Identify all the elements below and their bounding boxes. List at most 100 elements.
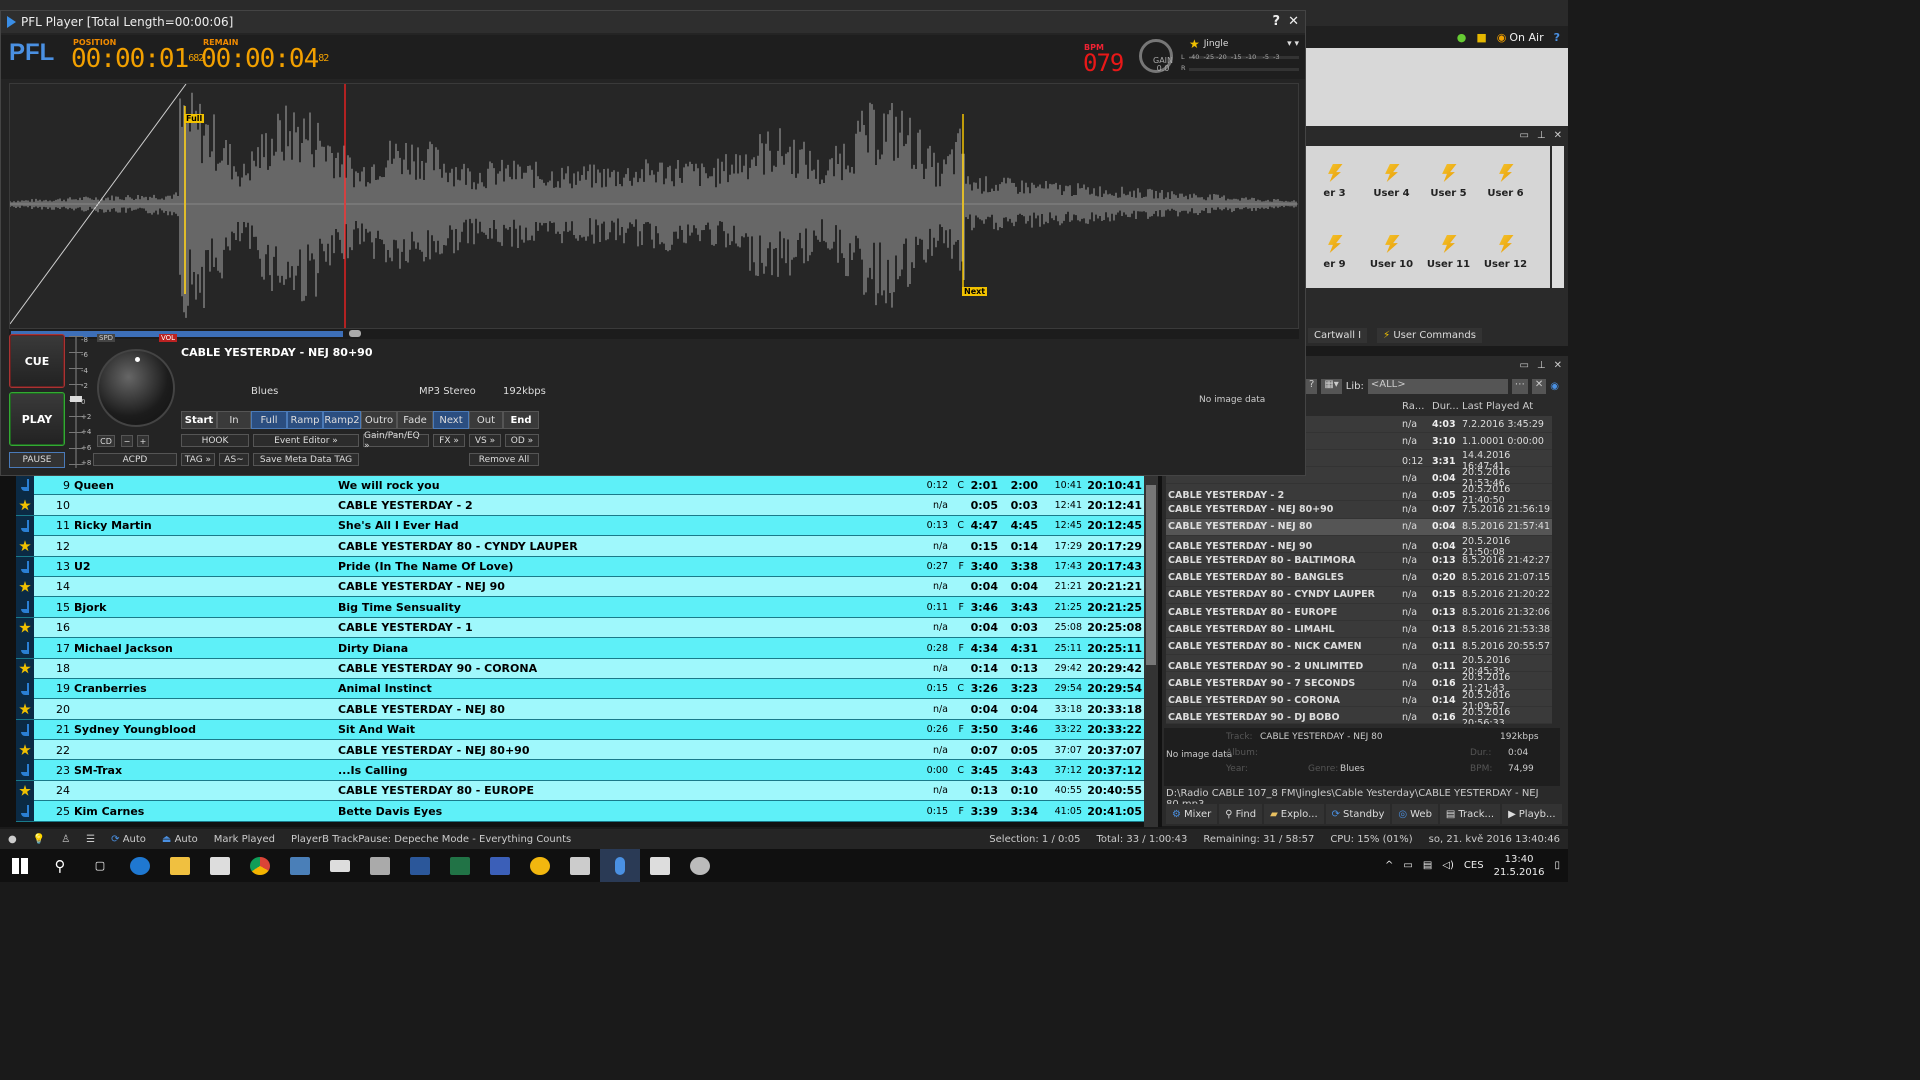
lib-filter-input[interactable]: <ALL>	[1367, 378, 1508, 394]
playlist-row[interactable]: 13 U2 Pride (In The Name Of Love) 0:27 F 3:40…	[16, 556, 1144, 577]
library-row[interactable]: CABLE YESTERDAY 90 - CORONA n/a 0:14 20.5.2…	[1166, 690, 1552, 712]
mail-app[interactable]	[320, 849, 360, 882]
pause-button[interactable]: PAUSE	[9, 452, 65, 468]
more-icon[interactable]: ⋯	[1511, 378, 1528, 394]
tab-explorer[interactable]: ▰ Explo...	[1264, 804, 1324, 824]
minus-button[interactable]: −	[121, 435, 133, 447]
playlist-row[interactable]: 22 CABLE YESTERDAY - NEJ 80+90 n/a 0:07 0:05…	[16, 740, 1144, 761]
tab-cartwall[interactable]: Cartwall I	[1308, 327, 1368, 343]
out-button[interactable]: Out	[469, 411, 503, 429]
volume-knob[interactable]	[97, 349, 175, 427]
auto-button-1[interactable]: ⟳ Auto	[103, 834, 154, 845]
help-icon[interactable]: ?	[1554, 31, 1560, 44]
library-row[interactable]: CABLE YESTERDAY - 2 n/a 0:05 20.5.2016 21:4…	[1166, 484, 1552, 506]
close-icon[interactable]: ✕	[1554, 360, 1562, 371]
event-editor-button[interactable]: Event Editor »	[253, 434, 359, 447]
fx-button[interactable]: FX »	[433, 434, 465, 447]
tab-playback[interactable]: ▶ Playb...	[1502, 804, 1562, 824]
explorer-app[interactable]	[160, 849, 200, 882]
vs-button[interactable]: VS »	[469, 434, 501, 447]
end-button[interactable]: End	[503, 411, 539, 429]
user-icon[interactable]: ●	[1457, 31, 1467, 44]
network-icon[interactable]: ▤	[1423, 860, 1432, 871]
pin-icon[interactable]: ⊥	[1537, 130, 1546, 141]
playlist-row[interactable]: 23 SM-Trax ...Is Calling 0:00 C 3:45 3:43 37:12…	[16, 760, 1144, 781]
tab-standby[interactable]: ⟳ Standby	[1325, 804, 1391, 824]
pin-icon[interactable]: ⊥	[1537, 360, 1546, 371]
playlist-row[interactable]: 15 Bjork Big Time Sensuality 0:11 F 3:46 3:43 2…	[16, 597, 1144, 618]
playlist-row[interactable]: 11 Ricky Martin She's All I Ever Had 0:13 C 4…	[16, 515, 1144, 537]
clear-icon[interactable]: ✕	[1531, 378, 1547, 394]
fade-button[interactable]: Fade	[397, 411, 433, 429]
scroll-handle[interactable]	[349, 330, 361, 337]
app-5[interactable]	[280, 849, 320, 882]
cart-button[interactable]: User 5	[1420, 146, 1477, 217]
playlist-row[interactable]: 10 CABLE YESTERDAY - 2 n/a 0:05 0:03 12:41 20:…	[16, 495, 1144, 516]
playlist-row[interactable]: 12 CABLE YESTERDAY 80 - CYNDY LAUPER n/a 0:…	[16, 536, 1144, 557]
cart-button[interactable]: er 9	[1306, 217, 1363, 288]
category-selector[interactable]: ★ Jingle ▾ ▾	[1189, 37, 1299, 51]
close-button[interactable]: ✕	[1288, 14, 1299, 29]
next-button[interactable]: Next	[433, 411, 469, 429]
library-row[interactable]: CABLE YESTERDAY 90 - 7 SECONDS n/a 0:16 20.…	[1166, 672, 1552, 694]
volume-icon[interactable]: ◁)	[1442, 860, 1454, 871]
playlist-row[interactable]: 18 CABLE YESTERDAY 90 - CORONA n/a 0:14 0:13…	[16, 658, 1144, 679]
scroll-thumb[interactable]	[1146, 485, 1156, 665]
cart-button[interactable]: User 11	[1420, 217, 1477, 288]
plus-button[interactable]: +	[137, 435, 149, 447]
gain-pan-eq-button[interactable]: Gain/Pan/EQ »	[363, 431, 429, 451]
playlist-row[interactable]: 9 Queen We will rock you 0:12 C 2:01 2:00 10:41…	[16, 475, 1144, 496]
library-row[interactable]: CABLE YESTERDAY 80 - BALTIMORA n/a 0:13 8.5…	[1166, 553, 1552, 570]
settings-icon[interactable]: ◉	[1550, 381, 1559, 392]
lock-icon[interactable]: ■	[1476, 31, 1486, 44]
bulb-icon[interactable]: 💡	[25, 834, 53, 845]
full-button[interactable]: Full	[251, 411, 287, 429]
library-row[interactable]: CABLE YESTERDAY 80 - LIMAHL n/a 0:13 8.5.20…	[1166, 621, 1552, 639]
app-disc[interactable]	[520, 849, 560, 882]
marker-full[interactable]: Full	[184, 114, 205, 123]
cart-button[interactable]: User 6	[1477, 146, 1534, 217]
library-row[interactable]: CABLE YESTERDAY - NEJ 80 n/a 0:04 8.5.2016 …	[1166, 518, 1552, 536]
close-icon[interactable]: ✕	[1554, 130, 1562, 141]
calculator-app[interactable]	[560, 849, 600, 882]
save-meta-data-tag-button[interactable]: Save Meta Data TAG	[253, 453, 359, 466]
tab-user-commands[interactable]: ⚡ User Commands	[1377, 327, 1482, 343]
library-row[interactable]: CABLE YESTERDAY 90 - 2 UNLIMITED n/a 0:11 2…	[1166, 655, 1552, 677]
playlist-row[interactable]: 25 Kim Carnes Bette Davis Eyes 0:15 F 3:39 3:3…	[16, 801, 1144, 822]
od-button[interactable]: OD »	[505, 434, 539, 447]
playlist-scrollbar[interactable]	[1144, 475, 1158, 827]
library-row[interactable]: CABLE YESTERDAY - NEJ 90 n/a 0:04 20.5.2016…	[1166, 536, 1552, 558]
chrome-app[interactable]	[240, 849, 280, 882]
tab-mixer[interactable]: ⚙ Mixer	[1166, 804, 1218, 824]
library-row[interactable]: CABLE YESTERDAY 80 - CYNDY LAUPER n/a 0:15…	[1166, 587, 1552, 605]
playlist-row[interactable]: 19 Cranberries Animal Instinct 0:15 C 3:26 3:2…	[16, 678, 1144, 700]
cart-button[interactable]: User 12	[1477, 217, 1534, 288]
outro-button[interactable]: Outro	[361, 411, 397, 429]
cart-button[interactable]: User 10	[1363, 217, 1420, 288]
mark-played-button[interactable]: Mark Played	[206, 834, 283, 845]
radio-app[interactable]	[600, 849, 640, 882]
cue-button[interactable]: CUE	[9, 334, 65, 388]
hook-button[interactable]: HOOK	[181, 434, 249, 447]
app-save[interactable]	[480, 849, 520, 882]
acpd-button[interactable]: ACPD	[93, 453, 177, 466]
excel-app[interactable]	[440, 849, 480, 882]
in-button[interactable]: In	[217, 411, 251, 429]
battery-icon[interactable]: ▭	[1403, 860, 1412, 871]
cart-button[interactable]: User 4	[1363, 146, 1420, 217]
tab-track[interactable]: ▤ Track...	[1439, 804, 1501, 824]
user-icon[interactable]: ♙	[53, 834, 78, 845]
calendar-app[interactable]	[360, 849, 400, 882]
playlist-row[interactable]: 17 Michael Jackson Dirty Diana 0:28 F 4:34 4:3…	[16, 638, 1144, 659]
minimize-icon[interactable]: ▭	[1519, 360, 1528, 371]
start-button[interactable]	[0, 849, 40, 882]
help-button[interactable]: ?	[1306, 378, 1318, 394]
tab-web[interactable]: ◎ Web	[1392, 804, 1438, 824]
clock[interactable]: 13:40 21.5.2016	[1494, 853, 1545, 879]
col-last-played[interactable]: Last Played At	[1462, 401, 1558, 412]
store-app[interactable]	[200, 849, 240, 882]
col-rating[interactable]: Ra...	[1402, 401, 1432, 412]
play-button[interactable]: PLAY	[9, 392, 65, 446]
library-row[interactable]: CABLE YESTERDAY 90 - DJ BOBO n/a 0:16 20.5.…	[1166, 707, 1552, 724]
playlist-row[interactable]: 14 CABLE YESTERDAY - NEJ 90 n/a 0:04 0:04 21:…	[16, 576, 1144, 598]
